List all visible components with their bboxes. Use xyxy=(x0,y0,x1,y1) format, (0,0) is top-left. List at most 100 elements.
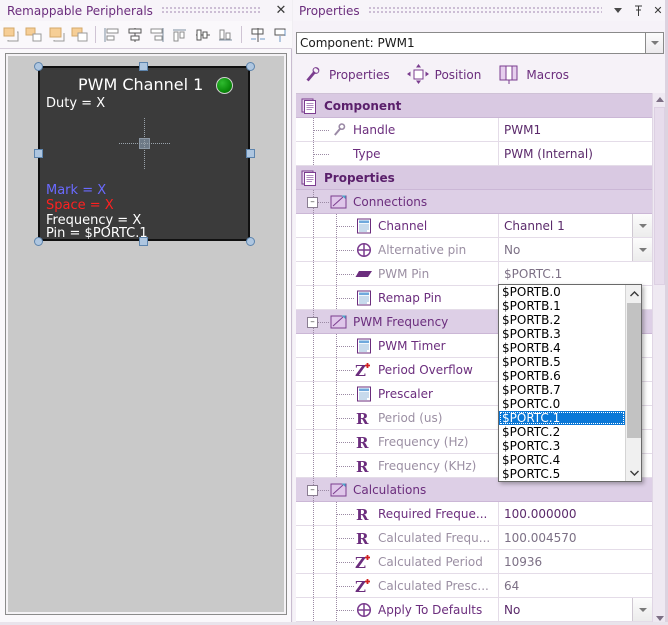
resize-handle-top-right[interactable] xyxy=(246,62,255,71)
component-selector-dropdown-button[interactable] xyxy=(645,32,664,54)
component-selector[interactable]: Component: PWM1 xyxy=(296,32,664,54)
properties-drag-grip[interactable] xyxy=(368,7,602,14)
distribute-horizontal-icon[interactable] xyxy=(247,24,268,46)
resize-handle-bottom-center[interactable] xyxy=(139,237,148,246)
resize-handle-middle-right[interactable] xyxy=(246,149,255,158)
property-row[interactable]: Handle PWM1 xyxy=(296,118,652,142)
dropdown-option[interactable]: $PORTC.2 xyxy=(499,425,625,439)
dropdown-option[interactable]: $PORTB.3 xyxy=(499,327,625,341)
r-icon: R xyxy=(354,433,374,451)
close-icon[interactable]: ✕ xyxy=(270,0,292,21)
dropdown-option[interactable]: $PORTC.0 xyxy=(499,397,625,411)
scroll-down-icon[interactable] xyxy=(626,464,641,481)
row-label-cell: Apply To Defaults xyxy=(296,598,498,621)
tree-line xyxy=(313,526,314,549)
remap-pin-dropdown-list[interactable]: $PORTB.0 $PORTB.1 $PORTB.2 $PORTB.3 $PORTB.4… xyxy=(498,284,642,482)
property-row[interactable]: R Required Freque... 100.000000 xyxy=(296,502,652,526)
value-dropdown-button[interactable] xyxy=(632,214,652,237)
dropdown-option[interactable]: $PORTC.1 xyxy=(499,411,625,425)
section-row[interactable]: Properties xyxy=(296,166,652,190)
dropdown-option[interactable]: $PORTB.6 xyxy=(499,369,625,383)
dropdown-option[interactable]: $PORTC.5 xyxy=(499,467,625,481)
dropdown-option[interactable]: $PORTB.7 xyxy=(499,383,625,397)
section-row[interactable]: Component xyxy=(296,94,652,118)
remap-pin-options[interactable]: $PORTB.0 $PORTB.1 $PORTB.2 $PORTB.3 $PORTB.4… xyxy=(499,285,625,481)
value-dropdown-button[interactable] xyxy=(632,238,652,261)
align-right-icon[interactable] xyxy=(147,24,168,46)
tree-line xyxy=(336,585,354,587)
wrench-icon xyxy=(302,63,324,88)
pin-icon[interactable] xyxy=(628,0,648,21)
dropdown-option[interactable]: $PORTB.0 xyxy=(499,285,625,299)
resize-handle-middle-left[interactable] xyxy=(34,149,43,158)
property-row[interactable]: PWM Pin $PORTC.1 xyxy=(296,262,652,286)
dropdown-option[interactable]: $PORTC.4 xyxy=(499,453,625,467)
property-row[interactable]: Channel Channel 1 xyxy=(296,214,652,238)
resize-handle-top-center[interactable] xyxy=(139,62,148,71)
properties-grid-scrollbar[interactable] xyxy=(652,93,665,625)
align-center-horizontal-icon[interactable] xyxy=(124,24,145,46)
svg-text:Z: Z xyxy=(355,554,366,570)
bring-to-front-icon[interactable] xyxy=(1,24,22,46)
chevron-down-icon[interactable] xyxy=(608,0,628,21)
component-anchor-handle[interactable] xyxy=(119,117,170,169)
value-dropdown-button[interactable] xyxy=(632,598,652,621)
tab-properties[interactable]: Properties xyxy=(296,61,396,90)
dropdown-option[interactable]: $PORTB.4 xyxy=(499,341,625,355)
row-value-cell[interactable]: 100.004570 xyxy=(498,526,652,549)
row-value-cell[interactable]: PWM1 xyxy=(498,118,652,141)
dropdown-scrollbar[interactable] xyxy=(625,285,641,481)
tree-line xyxy=(336,513,354,515)
collapse-expander[interactable]: – xyxy=(307,316,318,328)
properties-titlebar: Properties ✕ xyxy=(293,0,668,21)
row-value-cell[interactable]: Channel 1 xyxy=(498,214,632,237)
row-value-cell[interactable]: PWM (Internal) xyxy=(498,142,652,165)
dropdown-option[interactable]: $PORTB.5 xyxy=(499,355,625,369)
property-row[interactable]: R Calculated Frequ... 100.004570 xyxy=(296,526,652,550)
scroll-up-icon[interactable] xyxy=(626,285,641,302)
resize-handle-bottom-right[interactable] xyxy=(246,237,255,246)
svg-text:R: R xyxy=(356,458,369,474)
row-value-cell[interactable]: 64 xyxy=(498,574,652,597)
blank-icon xyxy=(329,145,349,163)
tab-position[interactable]: Position xyxy=(400,61,488,90)
schematic-canvas[interactable]: PWM Channel 1 Duty = X Mark = X Space = … xyxy=(5,53,287,615)
dropdown-scrollbar-thumb[interactable] xyxy=(627,303,641,438)
group-row[interactable]: – Connections xyxy=(296,190,652,214)
distribute-vertical-icon[interactable] xyxy=(270,24,291,46)
pwm-component-block[interactable]: PWM Channel 1 Duty = X Mark = X Space = … xyxy=(38,66,250,241)
send-to-back-icon[interactable] xyxy=(24,24,45,46)
align-left-icon[interactable] xyxy=(101,24,122,46)
dropdown-option[interactable]: $PORTB.2 xyxy=(499,313,625,327)
toolbar-separator-1 xyxy=(95,26,97,43)
resize-handle-top-left[interactable] xyxy=(34,62,43,71)
align-top-icon[interactable] xyxy=(170,24,191,46)
component-selector-input[interactable]: Component: PWM1 xyxy=(296,32,645,54)
align-bottom-icon[interactable] xyxy=(216,24,237,46)
row-value-cell[interactable]: $PORTC.1 xyxy=(498,262,652,285)
scrollbar-thumb[interactable] xyxy=(654,107,665,285)
row-value-cell[interactable]: 100.000000 xyxy=(498,502,652,525)
tab-properties-label: Properties xyxy=(329,68,390,82)
dropdown-option[interactable]: $PORTB.1 xyxy=(499,299,625,313)
property-row[interactable]: Z Calculated Presc... 64 xyxy=(296,574,652,598)
svg-text:Z: Z xyxy=(355,362,366,378)
property-row[interactable]: Alternative pin No xyxy=(296,238,652,262)
align-middle-vertical-icon[interactable] xyxy=(193,24,214,46)
row-label-cell: Remap Pin xyxy=(296,286,498,309)
row-value-cell[interactable]: No xyxy=(498,598,632,621)
collapse-expander[interactable]: – xyxy=(307,484,318,496)
tree-line xyxy=(336,465,354,467)
row-value-cell[interactable]: 10936 xyxy=(498,550,652,573)
tab-macros[interactable]: Macros xyxy=(491,61,575,90)
property-row[interactable]: Type PWM (Internal) xyxy=(296,142,652,166)
collapse-expander[interactable]: – xyxy=(307,196,318,208)
resize-handle-bottom-left[interactable] xyxy=(34,237,43,246)
send-backward-icon[interactable] xyxy=(70,24,91,46)
property-row[interactable]: Z Calculated Period 10936 xyxy=(296,550,652,574)
row-value-cell[interactable]: No xyxy=(498,238,632,261)
dropdown-option[interactable]: $PORTC.3 xyxy=(499,439,625,453)
left-panel-drag-grip[interactable] xyxy=(161,7,262,14)
bring-forward-icon[interactable] xyxy=(47,24,68,46)
property-row[interactable]: Apply To Defaults No xyxy=(296,598,652,622)
